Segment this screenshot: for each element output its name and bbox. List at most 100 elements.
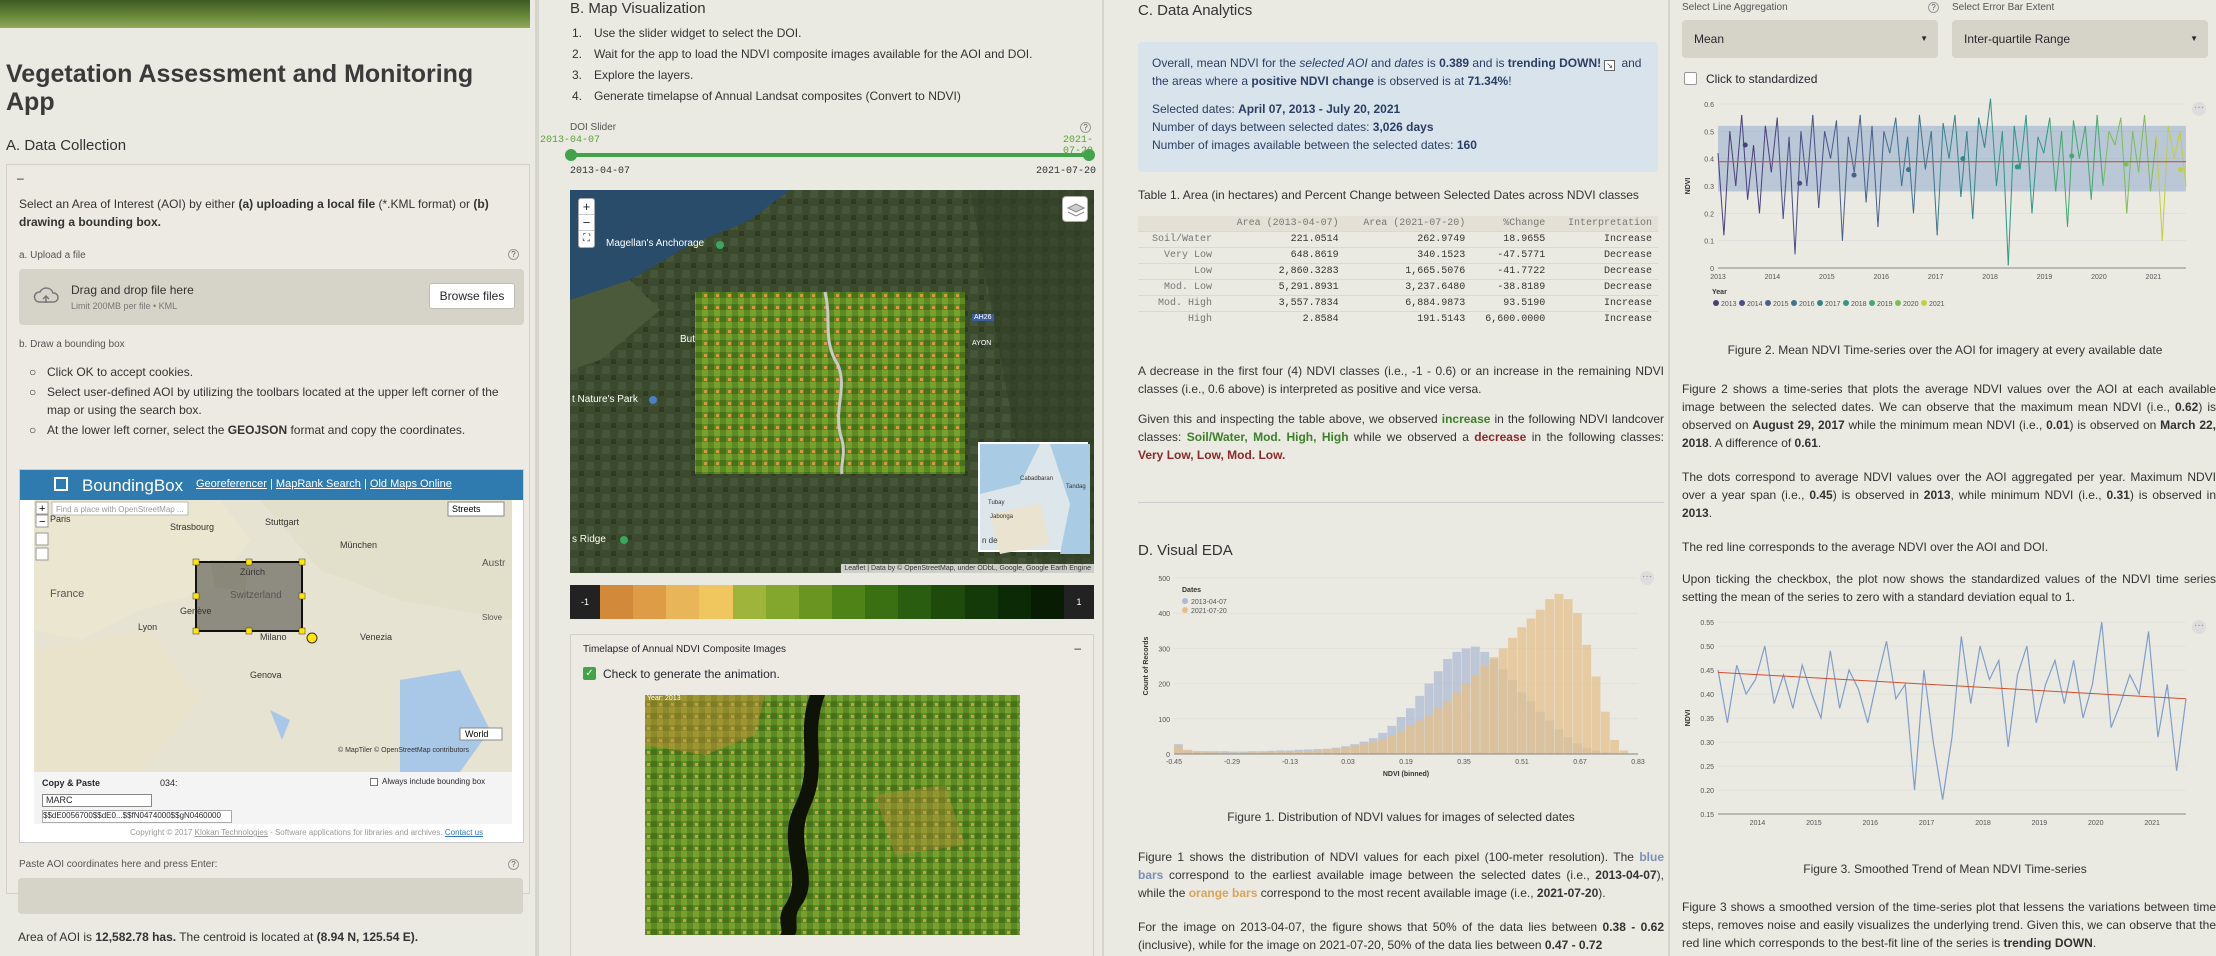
summary-text: Overall, mean NDVI for the selected AOI … [1152,56,1642,88]
histogram-bar [1452,692,1462,754]
error-bar-select[interactable]: Inter-quartile Range ▼ [1952,20,2208,58]
boundingbox-logo-icon [54,477,68,491]
y-tick-label: 100 [1158,717,1170,724]
histogram-bar [1600,711,1610,754]
file-dropzone[interactable]: Drag and drop file here Limit 200MB per … [19,269,524,325]
figure3-caption: Figure 3. Smoothed Trend of Mean NDVI Ti… [1803,862,2087,876]
link-oldmaps[interactable]: Old Maps Online [370,478,452,490]
colorbar-max-label: 1 [1076,597,1082,607]
x-tick-label: 0.83 [1631,759,1645,766]
copy-paste-label: Copy & Paste [42,778,101,788]
chart-menu-button[interactable]: ··· [1640,571,1654,585]
standardize-checkbox[interactable] [1684,72,1697,85]
list-item: 1. Use the slider widget to select the DO… [572,26,802,40]
figure1-paragraph-2: For the image on 2013-04-07, the figure … [1138,920,1665,952]
section-a-heading: A. Data Collection [6,137,127,154]
steps-list: 1. Use the slider widget to select the DO… [572,24,1092,105]
y-axis-title: Count of Records [1143,637,1150,696]
figure1-paragraph: Figure 1 shows the distribution of NDVI … [1138,850,1664,900]
format-select[interactable]: MARC [42,794,152,807]
yearly-dot [2069,153,2075,159]
road-label: AH26 [972,314,994,321]
histogram-bar [1563,599,1573,754]
draw-instructions: ○ Click OK to accept cookies. ○ Select use… [29,363,519,439]
colorbar-swatch [600,585,634,619]
smoothed-line [1717,621,2187,800]
drop-title: Drag and drop file here [71,283,194,297]
y-axis-title: NDVI [1685,710,1692,727]
histogram-bar [1359,744,1369,754]
minimap[interactable]: Cabadbaran Tubay Jabonga Tandag n de [978,442,1090,554]
divider [1102,0,1104,956]
svg-text:Switzerland: Switzerland [230,590,282,601]
table-cell: 3,557.7834 [1217,295,1345,312]
aggregation-label: Select Line Aggregation [1682,2,1788,13]
table-cell: -38.8189 [1471,279,1552,296]
boundingbox-map[interactable]: Paris Strasbourg Stuttgart München Züric… [20,500,524,772]
fullscreen-icon[interactable]: ⛶ [579,231,594,247]
collapse-toggle[interactable]: – [17,171,24,185]
table-cell: 340.1523 [1344,247,1472,264]
x-axis-title: NDVI (binned) [1383,771,1429,778]
legend-label: 2021-07-20 [1191,608,1227,615]
x-tick-label: 0.35 [1457,759,1471,766]
table-row: Mod. High 3,557.7834 6,884.9873 93.5190 Incr… [1138,295,1658,312]
ndvi-map[interactable]: Magellan's Anchorage But t Nature's Park… [570,190,1094,573]
table-cell: Mod. High [1138,295,1218,312]
zoom-in-button[interactable]: + [579,199,594,215]
histogram-bar [1378,739,1387,754]
coords-output[interactable]: $$dE0056700$$dE0...$$fN0474000$$gN046000… [42,810,232,823]
help-icon[interactable]: ? [1928,2,1939,13]
histogram-bar [1313,750,1323,754]
app-title: Vegetation Assessment and Monitoring App [6,60,474,116]
chart-menu-button[interactable]: ··· [2192,102,2206,116]
link-georeferencer[interactable]: Georeferencer [196,478,267,490]
colorbar-swatch [798,585,832,619]
minimap-label: Tandag [1066,484,1086,490]
svg-text:Strasbourg: Strasbourg [170,522,214,532]
y-tick-label: 0.2 [1704,211,1714,218]
timelapse-checkbox[interactable]: ✓ [583,667,596,680]
legend-title: Dates [1182,587,1201,594]
always-include-checkbox[interactable] [370,778,378,786]
layers-button[interactable] [1062,196,1088,222]
aggregation-select[interactable]: Mean ▼ [1682,20,1938,58]
chart-menu-button[interactable]: ··· [2192,620,2206,634]
y-tick-label: 0.25 [1700,764,1714,771]
map-attribution: © MapTiler © OpenStreetMap contributors [338,746,470,754]
contact-link[interactable]: Contact us [445,828,483,837]
figure1-caption: Figure 1. Distribution of NDVI values fo… [1227,810,1575,824]
zoom-out-button[interactable]: − [579,215,594,231]
yearly-dot [1851,172,1857,178]
yearly-dot [2178,167,2184,173]
aoi-coordinates-input[interactable] [18,878,523,914]
header-banner [0,0,530,28]
x-tick-label: 2014 [1765,274,1781,281]
layers-icon [1066,203,1086,217]
slider-handle-end[interactable] [1083,149,1095,161]
table-cell: 5,291.8931 [1217,279,1345,296]
zoom-controls[interactable]: + − ⛶ [578,198,595,248]
legend-label: 2013-04-07 [1191,599,1227,606]
x-tick-label: 0.51 [1515,759,1529,766]
doi-slider[interactable] [565,149,1095,161]
x-tick-label: 0.67 [1573,759,1587,766]
legend-swatch [1739,300,1745,306]
ndvi-colorbar: -1 1 [570,585,1094,619]
aggregation-value: Mean [1694,32,1725,46]
yearly-dot [1797,180,1803,186]
histogram-bar [1610,739,1619,754]
x-tick-label: 2016 [1862,820,1878,827]
browse-files-button[interactable]: Browse files [429,283,515,309]
help-icon[interactable]: ? [1080,122,1091,133]
slider-handle-start[interactable] [565,149,577,161]
days-between: Number of days between selected dates: 3… [1152,120,1434,134]
histogram-bar [1350,746,1360,754]
timelapse-collapse[interactable]: – [1074,641,1081,655]
help-icon[interactable]: ? [508,249,519,260]
link-maprank[interactable]: MapRank Search [276,478,361,490]
figure2-paragraph-4: Upon ticking the checkbox, the plot now … [1682,572,2216,604]
legend-swatch [1921,300,1927,306]
help-icon[interactable]: ? [508,859,519,870]
histogram-bar [1433,708,1443,754]
